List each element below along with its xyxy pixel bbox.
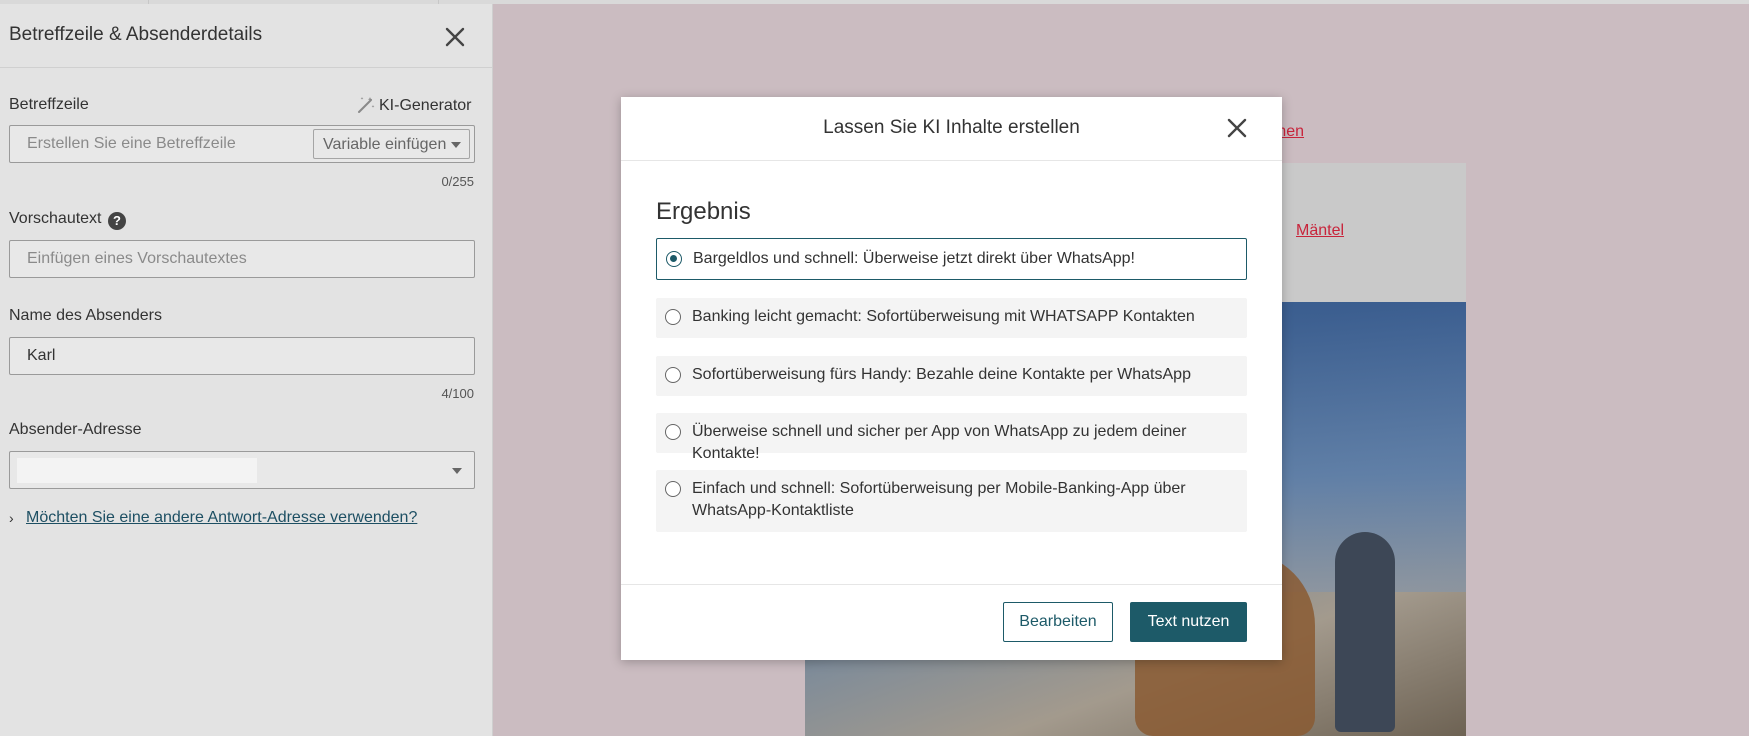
preview-text-input[interactable]: Einfügen eines Vorschautextes [9, 240, 475, 278]
ai-generator-label: KI-Generator [379, 97, 472, 114]
sender-name-counter: 4/100 [441, 386, 474, 401]
panel-title: Betreffzeile & Absenderdetails [9, 24, 263, 45]
insert-variable-label: Variable einfügen [323, 136, 447, 153]
result-option-text: Einfach und schnell: Sofortüberweisung p… [692, 480, 1186, 519]
subject-counter: 0/255 [441, 174, 474, 189]
radio-unselected[interactable] [665, 481, 681, 497]
ai-content-dialog: Lassen Sie KI Inhalte erstellen Ergebnis… [621, 97, 1282, 660]
subject-sender-panel: Betreffzeile & Absenderdetails Betreffze… [0, 4, 493, 736]
result-option[interactable]: Überweise schnell und sicher per App von… [656, 413, 1247, 462]
result-option[interactable]: Banking leicht gemacht: Sofortüberweisun… [656, 298, 1247, 338]
subject-placeholder: Erstellen Sie eine Betreffzeile [27, 135, 236, 152]
sender-name-value: Karl [27, 347, 56, 364]
result-heading: Ergebnis [656, 198, 751, 225]
radio-selected[interactable] [666, 251, 682, 267]
sender-address-label: Absender-Adresse [9, 421, 142, 438]
dialog-title: Lassen Sie KI Inhalte erstellen [823, 117, 1080, 138]
magic-wand-icon [358, 97, 375, 113]
edit-button[interactable]: Bearbeiten [1003, 602, 1113, 642]
chevron-down-icon [451, 142, 461, 148]
chevron-down-icon [452, 468, 462, 474]
subject-input[interactable]: Erstellen Sie eine Betreffzeile Variable… [9, 125, 475, 163]
result-option-text: Banking leicht gemacht: Sofortüberweisun… [692, 308, 1195, 325]
background-link-coats: Mäntel [1296, 222, 1345, 239]
result-option[interactable]: Einfach und schnell: Sofortüberweisung p… [656, 470, 1247, 532]
result-option-text: Bargeldlos und schnell: Überweise jetzt … [693, 250, 1135, 267]
use-text-button[interactable]: Text nutzen [1130, 602, 1247, 642]
preview-label: Vorschautext [9, 210, 102, 227]
result-option-text: Überweise schnell und sicher per App von… [692, 423, 1187, 462]
radio-unselected[interactable] [665, 424, 681, 440]
result-option[interactable]: Sofortüberweisung fürs Handy: Bezahle de… [656, 356, 1247, 396]
sender-address-select[interactable] [9, 451, 475, 489]
radio-unselected[interactable] [665, 309, 681, 325]
subject-label: Betreffzeile [9, 96, 89, 113]
close-icon[interactable] [440, 22, 470, 52]
insert-variable-dropdown[interactable]: Variable einfügen [313, 129, 470, 159]
sender-name-input[interactable]: Karl [9, 337, 475, 375]
result-option-text: Sofortüberweisung fürs Handy: Bezahle de… [692, 366, 1191, 383]
dialog-header: Lassen Sie KI Inhalte erstellen [621, 97, 1282, 161]
preview-placeholder: Einfügen eines Vorschautextes [27, 250, 247, 267]
panel-header: Betreffzeile & Absenderdetails [0, 4, 492, 68]
help-icon[interactable]: ? [108, 212, 126, 230]
sender-name-label: Name des Absenders [9, 307, 162, 324]
result-option[interactable]: Bargeldlos und schnell: Überweise jetzt … [656, 238, 1247, 280]
radio-unselected[interactable] [665, 367, 681, 383]
reply-address-link[interactable]: Möchten Sie eine andere Antwort-Adresse … [26, 509, 417, 527]
close-icon[interactable] [1222, 113, 1252, 143]
chevron-right-icon: › [9, 510, 14, 526]
redacted-address [17, 458, 257, 483]
